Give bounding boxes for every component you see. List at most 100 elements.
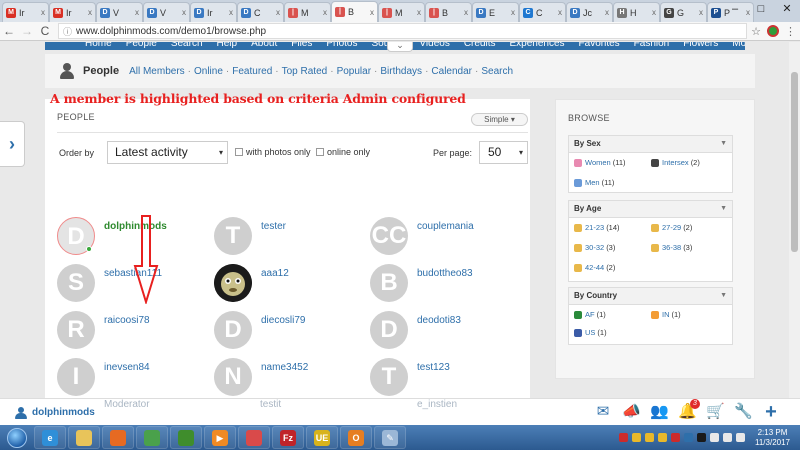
reload-button[interactable]: C	[36, 24, 54, 38]
tray-app-icon[interactable]	[671, 433, 680, 442]
avatar[interactable]: D	[370, 311, 408, 349]
url-input[interactable]: ⓘ www.dolphinmods.com/demo1/browse.php	[58, 23, 748, 39]
online-only-checkbox[interactable]: online only	[316, 147, 370, 157]
member-name-link[interactable]: budottheo83	[417, 268, 473, 279]
extension-icon[interactable]	[767, 25, 779, 37]
browse-filter-link[interactable]: 21-23 (14)	[574, 223, 620, 232]
member-name-link[interactable]: name3452	[261, 362, 308, 373]
people-submenu-link[interactable]: Search	[481, 66, 513, 77]
clock[interactable]: 2:13 PM 11/3/2017	[755, 428, 790, 448]
browse-filter-link[interactable]: Men (11)	[574, 178, 614, 187]
back-button[interactable]: ←	[0, 24, 18, 38]
member-card[interactable]: Bbudottheo83	[370, 264, 528, 304]
tray-app-icon[interactable]	[619, 433, 628, 442]
add-icon[interactable]: +	[762, 402, 780, 422]
taskbar-app-firefox[interactable]	[102, 426, 134, 449]
avatar[interactable]: B	[370, 264, 408, 302]
tab-close-icon[interactable]: x	[605, 8, 609, 17]
member-name-link[interactable]: tester	[261, 221, 286, 232]
people-submenu-link[interactable]: Popular	[337, 66, 371, 77]
avatar[interactable]: CC	[370, 217, 408, 255]
start-button[interactable]	[0, 425, 34, 450]
browser-tab[interactable]: GGx	[660, 2, 707, 22]
taskbar-app-media-player[interactable]: ▶	[204, 426, 236, 449]
top-menu-item[interactable]: Search	[171, 42, 203, 49]
browse-filter-link[interactable]: 36-38 (3)	[651, 243, 692, 252]
browse-filter-link[interactable]: Women (11)	[574, 158, 626, 167]
tab-close-icon[interactable]: x	[182, 8, 186, 17]
browse-filter-link[interactable]: 27-29 (2)	[651, 223, 692, 232]
member-card[interactable]: Rraicoosi78	[57, 311, 215, 351]
people-submenu-link[interactable]: Online	[194, 66, 223, 77]
browser-tab[interactable]: M Ir x	[49, 2, 96, 22]
taskbar-app-filezilla[interactable]: Fz	[272, 426, 304, 449]
browse-filter-link[interactable]: Intersex (2)	[651, 158, 700, 167]
browser-tab[interactable]: M Ir x	[2, 2, 49, 22]
by-age-header[interactable]: By Age ▼	[569, 201, 732, 218]
order-by-select[interactable]: Latest activity ▾	[107, 141, 228, 164]
drawer-toggle-button[interactable]: ›	[0, 121, 25, 167]
browser-tab[interactable]: | Mx	[378, 2, 425, 22]
scrollbar-thumb[interactable]	[791, 72, 798, 252]
people-submenu-link[interactable]: Featured	[232, 66, 272, 77]
tray-app-icon[interactable]	[736, 433, 745, 442]
browser-tab[interactable]: DVx	[96, 2, 143, 22]
member-card[interactable]: CC couplemania	[370, 217, 528, 257]
tab-close-icon[interactable]: x	[41, 8, 45, 17]
top-menu-item[interactable]: Photos	[326, 42, 357, 49]
tab-close-icon[interactable]: x	[699, 8, 703, 17]
chevron-down-icon[interactable]: ⌄	[387, 42, 413, 52]
tray-app-icon[interactable]	[723, 433, 732, 442]
top-menu-item[interactable]: Help	[217, 42, 238, 49]
bookmark-star-icon[interactable]: ☆	[751, 25, 761, 38]
top-menu-item[interactable]: Files	[291, 42, 312, 49]
tab-close-icon[interactable]: x	[558, 8, 562, 17]
tab-close-icon[interactable]: x	[229, 8, 233, 17]
browse-filter-link[interactable]: AF (1)	[574, 310, 606, 319]
top-menu-item[interactable]: Videos	[419, 42, 449, 49]
current-user-link[interactable]: dolphinmods	[32, 407, 95, 418]
friends-icon[interactable]: 👥	[650, 402, 669, 422]
by-sex-header[interactable]: By Sex ▼	[569, 136, 732, 153]
browser-tab[interactable]: CCx	[519, 2, 566, 22]
browser-tab[interactable]: | Bx	[331, 1, 378, 22]
tools-icon[interactable]: 🔧	[734, 402, 753, 422]
member-name-link[interactable]: test123	[417, 362, 450, 373]
member-name-link[interactable]: raicoosi78	[104, 315, 150, 326]
avatar[interactable]: I	[57, 358, 95, 396]
taskbar-app-eraser[interactable]	[238, 426, 270, 449]
member-name-link[interactable]: diecosli79	[261, 315, 305, 326]
top-menu-item[interactable]: Experiences	[510, 42, 565, 49]
member-card[interactable]: Iinevsen84	[57, 358, 215, 398]
top-menu-item[interactable]: Credits	[464, 42, 496, 49]
avatar[interactable]: D	[57, 217, 95, 255]
avatar[interactable]: D	[214, 311, 252, 349]
tray-app-icon[interactable]	[658, 433, 667, 442]
browse-filter-link[interactable]: IN (1)	[651, 310, 681, 319]
browser-tab[interactable]: D Ir x	[190, 2, 237, 22]
member-name-link[interactable]: deodoti83	[417, 315, 461, 326]
tray-app-icon[interactable]	[684, 433, 693, 442]
page-scrollbar[interactable]	[789, 42, 800, 425]
tab-close-icon[interactable]: x	[276, 8, 280, 17]
top-menu-item[interactable]: People	[126, 42, 157, 49]
taskbar-app-frogger[interactable]	[170, 426, 202, 449]
close-window-button[interactable]: ✕	[774, 0, 800, 18]
people-submenu-link[interactable]: Birthdays	[380, 66, 422, 77]
browser-tab[interactable]: | Bx	[425, 2, 472, 22]
member-card[interactable]: Ddiecosli79	[214, 311, 372, 351]
mail-icon[interactable]: ✉	[594, 402, 612, 422]
top-menu-item[interactable]: Home	[85, 42, 112, 49]
avatar[interactable]: R	[57, 311, 95, 349]
announce-icon[interactable]: 📣	[622, 402, 641, 422]
tab-close-icon[interactable]: x	[417, 8, 421, 17]
by-country-header[interactable]: By Country ▼	[569, 288, 732, 305]
people-submenu-link[interactable]: All Members	[129, 66, 185, 77]
per-page-select[interactable]: 50 ▾	[479, 141, 528, 164]
member-card[interactable]: Ddeodoti83	[370, 311, 528, 351]
tray-app-icon[interactable]	[710, 433, 719, 442]
member-card[interactable]: aaa12	[214, 264, 372, 304]
browse-filter-link[interactable]: US (1)	[574, 328, 607, 337]
tray-app-icon[interactable]	[632, 433, 641, 442]
taskbar-app-file-explorer[interactable]	[68, 426, 100, 449]
